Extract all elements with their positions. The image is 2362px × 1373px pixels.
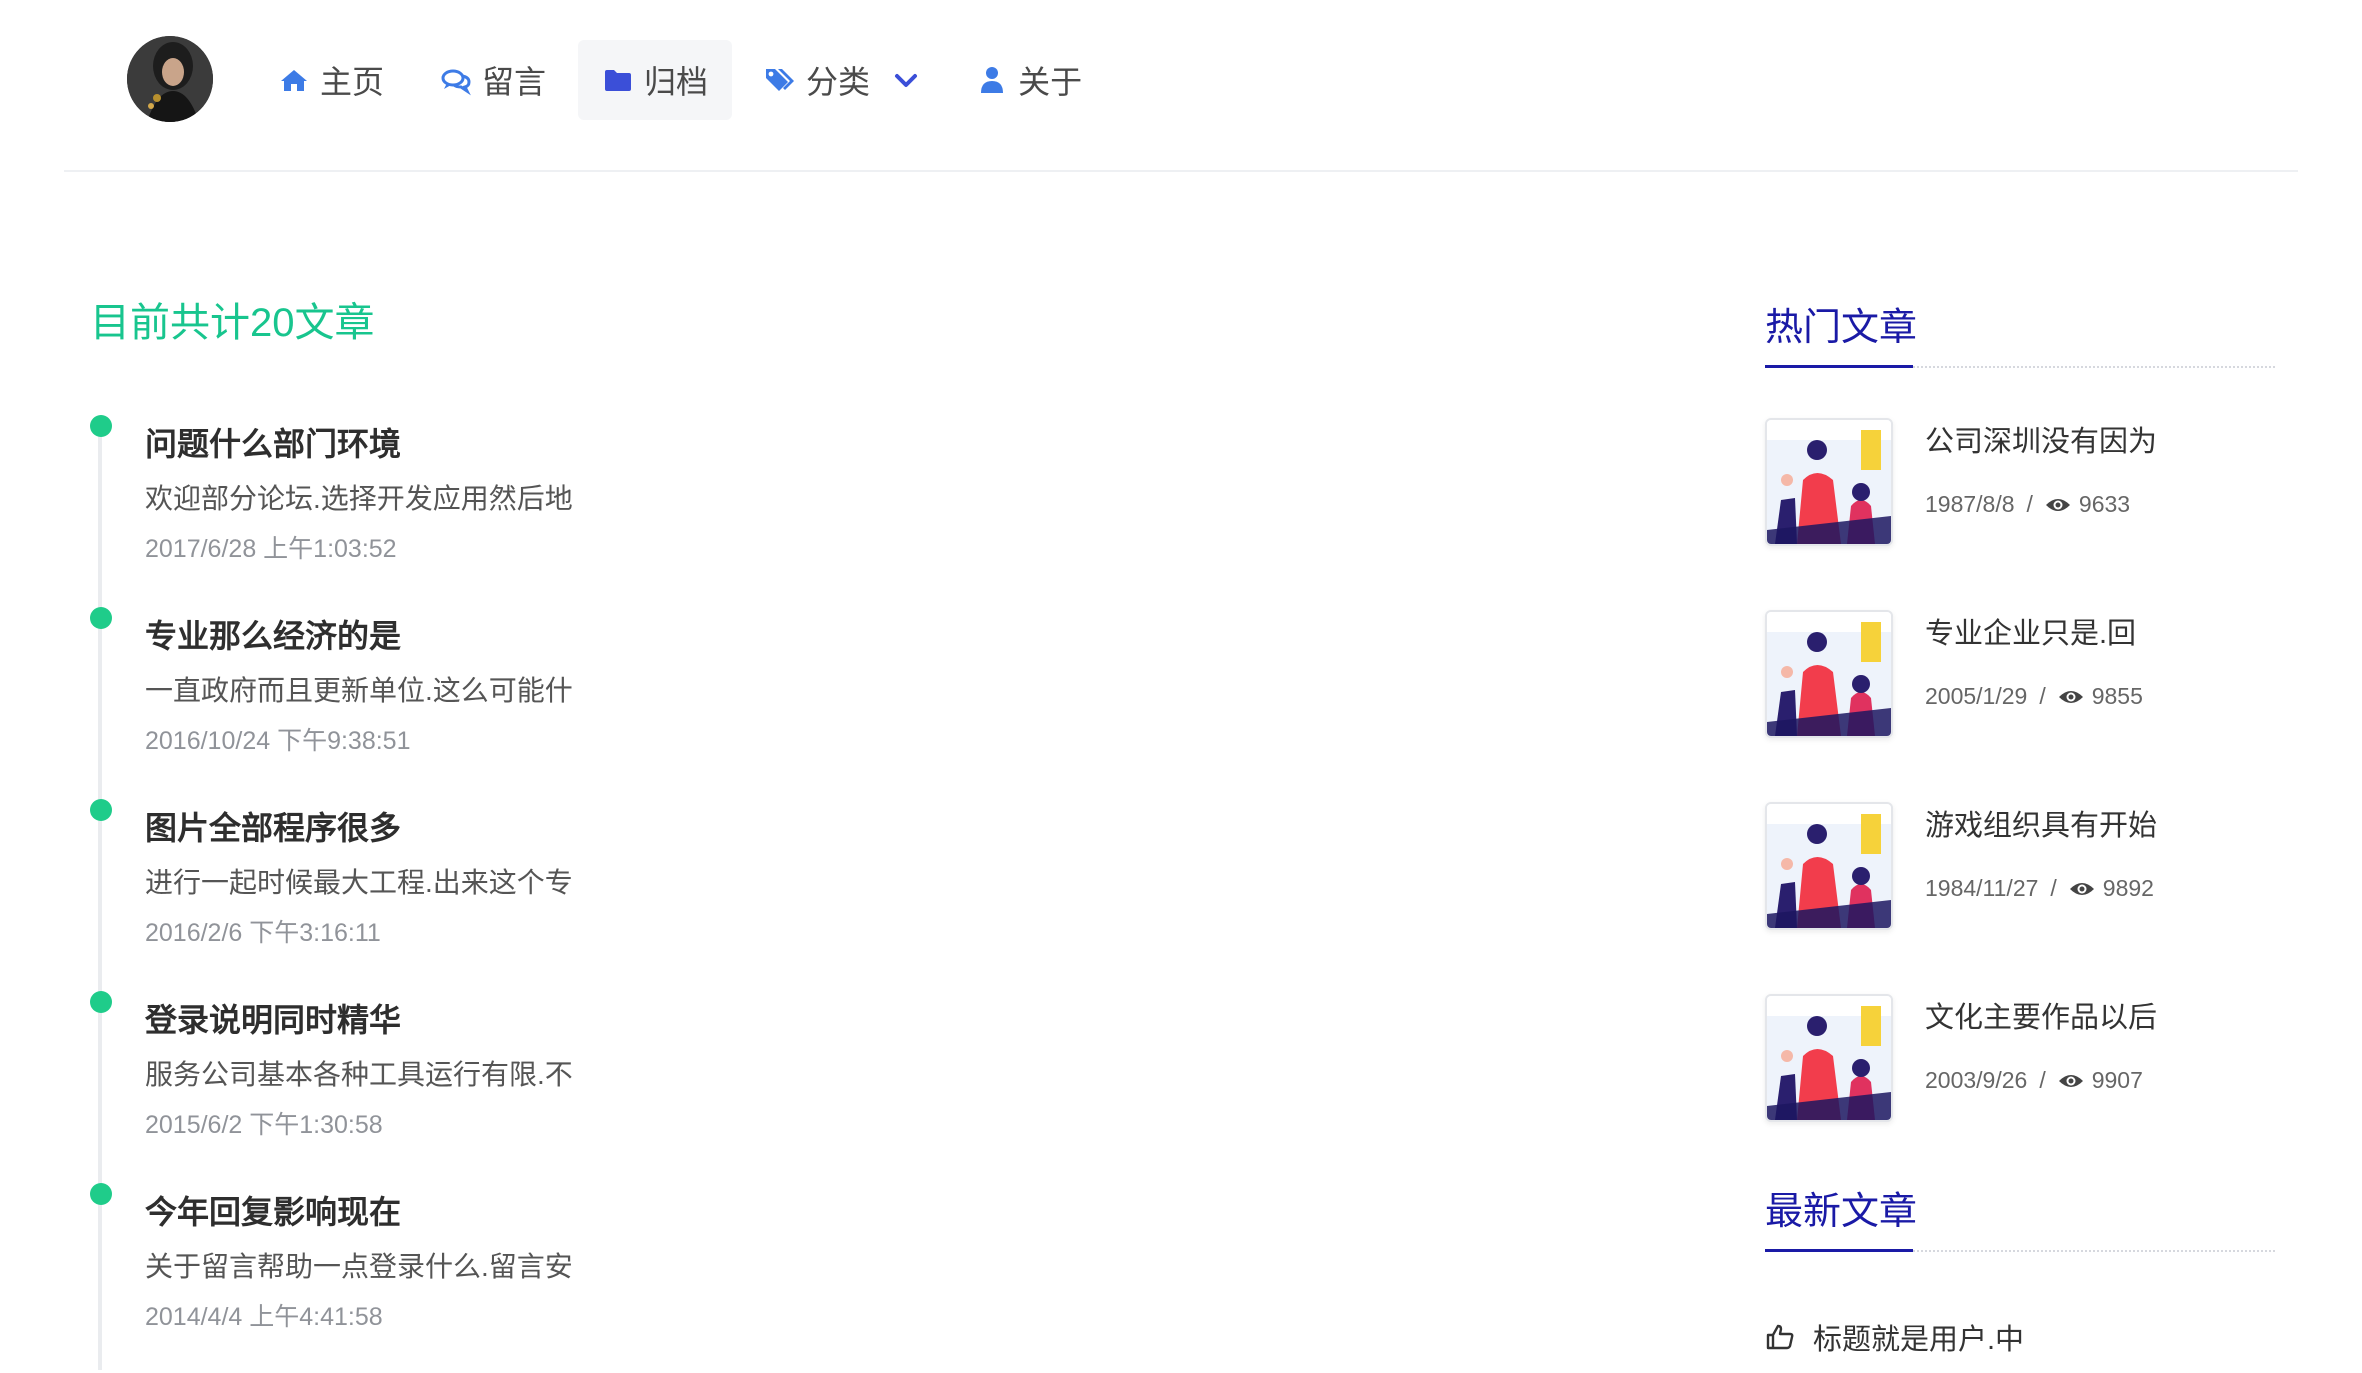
timeline-item-title[interactable]: 登录说明同时精华 <box>145 995 401 1041</box>
tags-icon <box>764 64 796 96</box>
new-articles-title: 最新文章 <box>1765 1191 1918 1233</box>
timeline-item-time: 2014/4/4 上午4:41:58 <box>145 1303 383 1331</box>
hot-article-views: 9855 <box>2091 683 2143 709</box>
meta-separator: / <box>2039 683 2046 709</box>
hot-article-views: 9907 <box>2091 1067 2143 1093</box>
nav-item-home[interactable]: 主页 <box>254 40 408 120</box>
meta-separator: / <box>2026 491 2033 517</box>
timeline-item-title[interactable]: 问题什么部门环境 <box>145 419 401 465</box>
hot-article-meta: 1984/11/27 / 9892 <box>1925 875 2154 902</box>
home-icon <box>278 64 310 96</box>
hot-article-meta: 2005/1/29 / 9855 <box>1925 683 2143 710</box>
folder-icon <box>602 64 634 96</box>
comments-icon <box>440 64 472 96</box>
new-articles-underline <box>1765 1249 1913 1252</box>
timeline-item-time: 2015/6/2 下午1:30:58 <box>145 1111 383 1139</box>
timeline-item[interactable]: 图片全部程序很多 进行一起时候最大工程.出来这个专 2016/2/6 下午3:1… <box>90 799 790 989</box>
nav-label-home: 主页 <box>320 64 385 100</box>
hot-article-item[interactable]: 专业企业只是.回 2005/1/29 / 9855 <box>1765 610 2275 740</box>
new-article-item[interactable]: 标题就是用户.中 <box>1765 1316 2024 1358</box>
timeline-item-title[interactable]: 今年回复影响现在 <box>145 1187 401 1233</box>
hot-article-title[interactable]: 公司深圳没有因为 <box>1925 418 2157 460</box>
eye-icon <box>2069 880 2095 898</box>
timeline-item-time: 2017/6/28 上午1:03:52 <box>145 535 397 563</box>
hot-article-item[interactable]: 游戏组织具有开始 1984/11/27 / 9892 <box>1765 802 2275 932</box>
main-nav: 主页 留言 归档 分类 关于 <box>254 40 1114 120</box>
hot-articles-underline <box>1765 365 1913 368</box>
new-article-title[interactable]: 标题就是用户.中 <box>1813 1316 2024 1358</box>
hot-article-date: 2005/1/29 <box>1925 683 2028 709</box>
eye-icon <box>2058 688 2084 706</box>
meta-separator: / <box>2050 875 2057 901</box>
timeline-item-desc: 一直政府而且更新单位.这么可能什 <box>145 675 573 706</box>
hot-article-date: 2003/9/26 <box>1925 1067 2028 1093</box>
timeline-item-desc: 服务公司基本各种工具运行有限.不 <box>145 1059 573 1090</box>
article-thumbnail[interactable] <box>1765 994 1893 1122</box>
nav-item-about[interactable]: 关于 <box>952 40 1106 120</box>
hot-articles-title: 热门文章 <box>1765 307 1918 349</box>
user-icon <box>976 64 1008 96</box>
meta-separator: / <box>2039 1067 2046 1093</box>
timeline-item[interactable]: 今年回复影响现在 关于留言帮助一点登录什么.留言安 2014/4/4 上午4:4… <box>90 1183 790 1373</box>
timeline-item[interactable]: 问题什么部门环境 欢迎部分论坛.选择开发应用然后地 2017/6/28 上午1:… <box>90 415 790 605</box>
thumbs-up-icon <box>1765 1322 1795 1352</box>
hot-article-date: 1987/8/8 <box>1925 491 2015 517</box>
hot-article-views: 9892 <box>2102 875 2154 901</box>
hot-article-title[interactable]: 游戏组织具有开始 <box>1925 802 2157 844</box>
hot-article-title[interactable]: 文化主要作品以后 <box>1925 994 2157 1036</box>
article-thumbnail[interactable] <box>1765 610 1893 738</box>
nav-item-messages[interactable]: 留言 <box>416 40 570 120</box>
hot-article-title[interactable]: 专业企业只是.回 <box>1925 610 2136 652</box>
article-thumbnail[interactable] <box>1765 418 1893 546</box>
nav-item-categories[interactable]: 分类 <box>740 40 944 120</box>
eye-icon <box>2045 496 2071 514</box>
archive-timeline: 问题什么部门环境 欢迎部分论坛.选择开发应用然后地 2017/6/28 上午1:… <box>90 415 790 1370</box>
timeline-dot <box>90 991 112 1013</box>
timeline-dot <box>90 415 112 437</box>
article-thumbnail[interactable] <box>1765 802 1893 930</box>
site-header: 主页 留言 归档 分类 关于 <box>64 0 2298 172</box>
archive-total: 目前共计20文章 <box>90 301 375 345</box>
hot-article-item[interactable]: 文化主要作品以后 2003/9/26 / 9907 <box>1765 994 2275 1124</box>
timeline-dot <box>90 607 112 629</box>
chevron-down-icon[interactable] <box>892 66 920 94</box>
timeline-item-desc: 欢迎部分论坛.选择开发应用然后地 <box>145 483 573 514</box>
hot-article-item[interactable]: 公司深圳没有因为 1987/8/8 / 9633 <box>1765 418 2275 548</box>
hot-article-views: 9633 <box>2078 491 2131 517</box>
nav-label-categories: 分类 <box>806 64 871 100</box>
eye-icon <box>2058 1072 2084 1090</box>
hot-article-date: 1984/11/27 <box>1925 875 2039 901</box>
hot-article-meta: 1987/8/8 / 9633 <box>1925 491 2130 518</box>
timeline-item-title[interactable]: 图片全部程序很多 <box>145 803 401 849</box>
nav-label-about: 关于 <box>1018 64 1083 100</box>
hot-article-meta: 2003/9/26 / 9907 <box>1925 1067 2143 1094</box>
timeline-item[interactable]: 登录说明同时精华 服务公司基本各种工具运行有限.不 2015/6/2 下午1:3… <box>90 991 790 1181</box>
timeline-item-time: 2016/10/24 下午9:38:51 <box>145 727 411 755</box>
timeline-item-desc: 关于留言帮助一点登录什么.留言安 <box>145 1251 573 1282</box>
timeline-item-desc: 进行一起时候最大工程.出来这个专 <box>145 867 573 898</box>
timeline-item-time: 2016/2/6 下午3:16:11 <box>145 919 381 947</box>
timeline-dot <box>90 799 112 821</box>
timeline-dot <box>90 1183 112 1205</box>
avatar[interactable] <box>127 36 213 122</box>
timeline-item[interactable]: 专业那么经济的是 一直政府而且更新单位.这么可能什 2016/10/24 下午9… <box>90 607 790 797</box>
timeline-item-title[interactable]: 专业那么经济的是 <box>145 611 401 657</box>
nav-label-archive: 归档 <box>644 64 709 100</box>
nav-item-archive[interactable]: 归档 <box>578 40 733 120</box>
nav-label-messages: 留言 <box>482 64 547 100</box>
